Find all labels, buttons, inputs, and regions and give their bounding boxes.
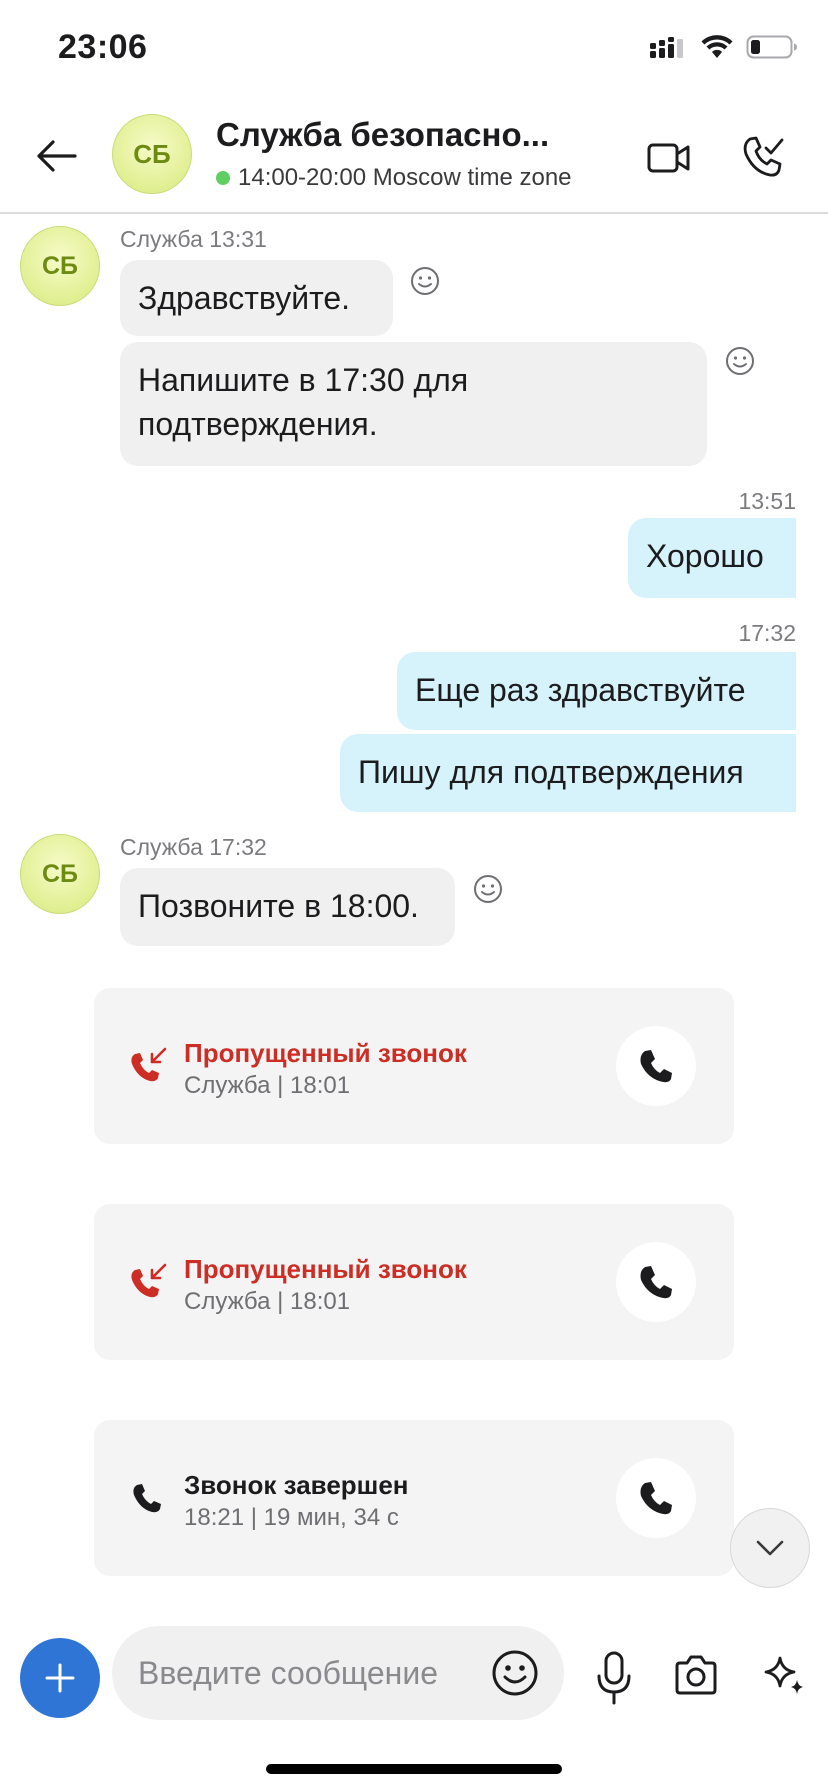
message-text: Здравствуйте.	[138, 280, 351, 316]
sparkles-icon[interactable]	[762, 1652, 806, 1696]
message-text: Пишу для подтверждения	[358, 754, 744, 790]
video-call-button[interactable]	[640, 130, 698, 186]
audio-call-button[interactable]	[734, 128, 792, 186]
message-text: Хорошо	[646, 538, 764, 574]
phone-icon	[640, 1050, 672, 1083]
message-text: Напишите в 17:30 для подтверждения.	[138, 362, 469, 442]
message-input-container	[112, 1626, 564, 1720]
sender-initials: СБ	[41, 251, 79, 280]
sender-avatar[interactable]: СБ	[20, 834, 100, 914]
contact-name[interactable]: Служба безопасно...	[216, 116, 549, 154]
working-hours: 14:00-20:00 Moscow time zone	[238, 164, 572, 191]
add-reaction-icon[interactable]	[410, 266, 440, 296]
video-camera-icon	[647, 143, 690, 173]
incoming-message[interactable]: Позвоните в 18:00.	[120, 868, 455, 946]
cellular-signal-icon	[650, 37, 683, 58]
contact-initials: СБ	[133, 138, 171, 169]
scroll-to-bottom-button[interactable]	[730, 1508, 810, 1588]
status-time: 23:06	[58, 28, 148, 66]
add-reaction-icon[interactable]	[725, 346, 755, 376]
sender-initials: СБ	[41, 859, 79, 888]
missed-call-icon	[131, 1047, 167, 1082]
microphone-icon[interactable]	[594, 1650, 634, 1706]
call-details: Служба | 18:01	[184, 1288, 351, 1315]
missed-call-card: Пропущенный звонок Служба | 18:01	[94, 1204, 734, 1360]
add-reaction-icon[interactable]	[473, 874, 503, 904]
contact-avatar[interactable]: СБ	[112, 114, 192, 194]
sender-avatar[interactable]: СБ	[20, 226, 100, 306]
phone-icon	[640, 1482, 672, 1515]
call-back-button[interactable]	[616, 1242, 696, 1322]
call-title: Пропущенный звонок	[184, 1038, 467, 1068]
missed-call-icon	[131, 1263, 167, 1298]
chat-header: СБ Служба безопасно... 14:00-20:00 Mosco…	[0, 100, 828, 214]
phone-check-icon	[743, 136, 784, 177]
message-text: Еще раз здравствуйте	[415, 672, 746, 708]
outgoing-message[interactable]: Пишу для подтверждения	[340, 734, 796, 812]
outgoing-message[interactable]: Хорошо	[628, 518, 796, 598]
phone-icon	[640, 1266, 672, 1299]
incoming-message[interactable]: Здравствуйте.	[120, 260, 393, 336]
message-meta: Служба 13:31	[120, 226, 267, 252]
call-title: Звонок завершен	[184, 1470, 409, 1500]
online-status-dot	[216, 171, 230, 185]
message-input[interactable]	[138, 1626, 478, 1720]
completed-call-card: Звонок завершен 18:21 | 19 мин, 34 с	[94, 1420, 734, 1576]
arrow-left-icon	[37, 140, 77, 172]
chat-screen: 23:06 СБ Служба безопасно... 14:00-20:00…	[0, 0, 828, 1792]
status-bar: 23:06	[0, 0, 828, 100]
call-title: Пропущенный звонок	[184, 1254, 467, 1284]
wifi-icon	[701, 35, 733, 58]
message-time: 17:32	[738, 620, 796, 646]
plus-icon	[45, 1663, 75, 1693]
message-meta: Служба 17:32	[120, 834, 267, 860]
camera-icon[interactable]	[672, 1652, 720, 1700]
message-text: Позвоните в 18:00.	[138, 888, 419, 924]
incoming-message[interactable]: Напишите в 17:30 для подтверждения.	[120, 342, 707, 466]
battery-icon	[746, 35, 797, 59]
message-time: 13:51	[738, 488, 796, 514]
emoji-icon[interactable]	[490, 1648, 540, 1698]
contact-status: 14:00-20:00 Moscow time zone	[216, 164, 572, 192]
status-icons	[648, 34, 798, 60]
add-attachment-button[interactable]	[20, 1638, 100, 1718]
call-details: Служба | 18:01	[184, 1072, 351, 1099]
outgoing-message[interactable]: Еще раз здравствуйте	[397, 652, 796, 730]
home-indicator	[266, 1764, 562, 1774]
call-back-button[interactable]	[616, 1026, 696, 1106]
back-button[interactable]	[26, 128, 86, 184]
chevron-down-icon	[756, 1540, 784, 1556]
call-back-button[interactable]	[616, 1458, 696, 1538]
missed-call-card: Пропущенный звонок Служба | 18:01	[94, 988, 734, 1144]
phone-icon	[133, 1484, 161, 1513]
call-details: 18:21 | 19 мин, 34 с	[184, 1504, 399, 1531]
